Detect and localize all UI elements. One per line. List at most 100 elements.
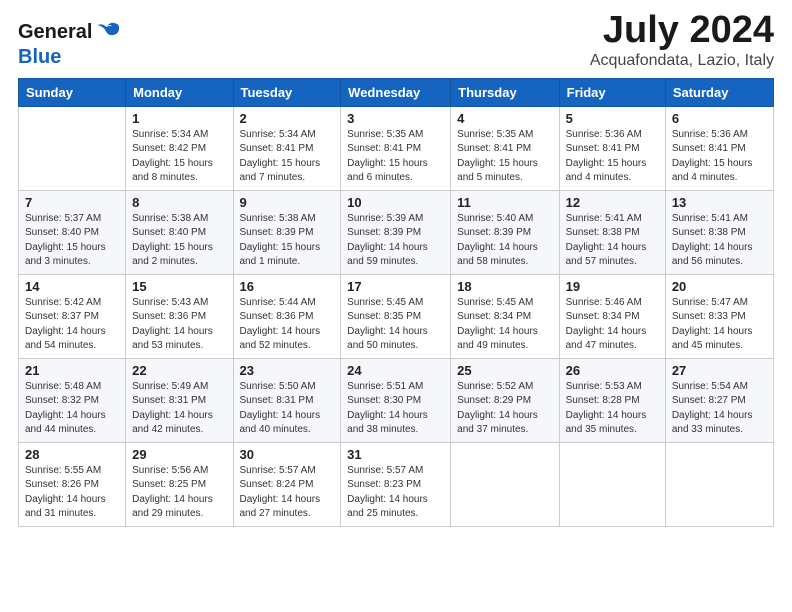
month-title: July 2024 xyxy=(590,10,774,52)
calendar-cell: 7 Sunrise: 5:37 AMSunset: 8:40 PMDaylight… xyxy=(19,190,126,274)
day-number: 4 xyxy=(457,111,552,126)
day-info: Sunrise: 5:41 AMSunset: 8:38 PMDaylight:… xyxy=(672,212,767,270)
col-thursday: Thursday xyxy=(451,78,559,106)
col-monday: Monday xyxy=(126,78,233,106)
day-number: 2 xyxy=(240,111,335,126)
day-info: Sunrise: 5:37 AMSunset: 8:40 PMDaylight:… xyxy=(25,212,119,270)
col-saturday: Saturday xyxy=(665,78,773,106)
calendar-cell: 10 Sunrise: 5:39 AMSunset: 8:39 PMDayligh… xyxy=(341,190,451,274)
col-tuesday: Tuesday xyxy=(233,78,341,106)
day-number: 5 xyxy=(566,111,659,126)
calendar-cell: 15 Sunrise: 5:43 AMSunset: 8:36 PMDayligh… xyxy=(126,274,233,358)
day-info: Sunrise: 5:39 AMSunset: 8:39 PMDaylight:… xyxy=(347,212,444,270)
day-number: 19 xyxy=(566,279,659,294)
calendar-cell: 20Sunrise: 5:47 AMSunset: 8:33 PMDayligh… xyxy=(665,274,773,358)
calendar-cell: 17 Sunrise: 5:45 AMSunset: 8:35 PMDayligh… xyxy=(341,274,451,358)
day-number: 21 xyxy=(25,363,119,378)
calendar-cell: 4 Sunrise: 5:35 AMSunset: 8:41 PMDaylight… xyxy=(451,106,559,190)
day-info: Sunrise: 5:55 AMSunset: 8:26 PMDaylight:… xyxy=(25,464,119,522)
day-info: Sunrise: 5:44 AMSunset: 8:36 PMDaylight:… xyxy=(240,296,335,354)
day-info: Sunrise: 5:48 AMSunset: 8:32 PMDaylight:… xyxy=(25,380,119,438)
day-number: 15 xyxy=(132,279,226,294)
day-info: Sunrise: 5:51 AMSunset: 8:30 PMDaylight:… xyxy=(347,380,444,438)
day-info: Sunrise: 5:46 AMSunset: 8:34 PMDaylight:… xyxy=(566,296,659,354)
day-number: 7 xyxy=(25,195,119,210)
calendar-cell: 16 Sunrise: 5:44 AMSunset: 8:36 PMDayligh… xyxy=(233,274,341,358)
day-info: Sunrise: 5:56 AMSunset: 8:25 PMDaylight:… xyxy=(132,464,226,522)
day-number: 11 xyxy=(457,195,552,210)
day-number: 31 xyxy=(347,447,444,462)
calendar-cell: 29 Sunrise: 5:56 AMSunset: 8:25 PMDayligh… xyxy=(126,442,233,526)
calendar-cell xyxy=(559,442,665,526)
calendar-cell: 27 Sunrise: 5:54 AMSunset: 8:27 PMDayligh… xyxy=(665,358,773,442)
calendar-cell: 21 Sunrise: 5:48 AMSunset: 8:32 PMDayligh… xyxy=(19,358,126,442)
day-info: Sunrise: 5:45 AMSunset: 8:35 PMDaylight:… xyxy=(347,296,444,354)
day-info: Sunrise: 5:54 AMSunset: 8:27 PMDaylight:… xyxy=(672,380,767,438)
calendar-cell: 14 Sunrise: 5:42 AMSunset: 8:37 PMDayligh… xyxy=(19,274,126,358)
calendar-week-row-4: 21 Sunrise: 5:48 AMSunset: 8:32 PMDayligh… xyxy=(19,358,774,442)
day-info: Sunrise: 5:42 AMSunset: 8:37 PMDaylight:… xyxy=(25,296,119,354)
location: Acquafondata, Lazio, Italy xyxy=(590,52,774,70)
calendar-cell: 18Sunrise: 5:45 AMSunset: 8:34 PMDayligh… xyxy=(451,274,559,358)
day-number: 8 xyxy=(132,195,226,210)
day-number: 24 xyxy=(347,363,444,378)
calendar-week-row-3: 14 Sunrise: 5:42 AMSunset: 8:37 PMDayligh… xyxy=(19,274,774,358)
page: General Blue July 2024 Acquafondata, Laz… xyxy=(0,0,792,612)
calendar-cell: 25 Sunrise: 5:52 AMSunset: 8:29 PMDayligh… xyxy=(451,358,559,442)
day-info: Sunrise: 5:57 AMSunset: 8:23 PMDaylight:… xyxy=(347,464,444,522)
calendar-cell: 1 Sunrise: 5:34 AMSunset: 8:42 PMDaylight… xyxy=(126,106,233,190)
col-wednesday: Wednesday xyxy=(341,78,451,106)
calendar-cell: 8 Sunrise: 5:38 AMSunset: 8:40 PMDaylight… xyxy=(126,190,233,274)
day-number: 27 xyxy=(672,363,767,378)
logo-general-text: General xyxy=(18,21,92,43)
day-number: 26 xyxy=(566,363,659,378)
logo-bird-icon xyxy=(94,18,122,46)
day-info: Sunrise: 5:34 AMSunset: 8:42 PMDaylight:… xyxy=(132,128,226,186)
title-block: July 2024 Acquafondata, Lazio, Italy xyxy=(590,10,774,70)
calendar-cell xyxy=(19,106,126,190)
calendar-cell: 31 Sunrise: 5:57 AMSunset: 8:23 PMDayligh… xyxy=(341,442,451,526)
calendar-cell xyxy=(451,442,559,526)
calendar-header-row: Sunday Monday Tuesday Wednesday Thursday… xyxy=(19,78,774,106)
day-number: 9 xyxy=(240,195,335,210)
calendar-cell: 5 Sunrise: 5:36 AMSunset: 8:41 PMDaylight… xyxy=(559,106,665,190)
day-number: 14 xyxy=(25,279,119,294)
calendar-cell: 6Sunrise: 5:36 AMSunset: 8:41 PMDaylight… xyxy=(665,106,773,190)
calendar-cell: 3Sunrise: 5:35 AMSunset: 8:41 PMDaylight… xyxy=(341,106,451,190)
day-number: 30 xyxy=(240,447,335,462)
day-number: 20 xyxy=(672,279,767,294)
day-number: 25 xyxy=(457,363,552,378)
day-number: 1 xyxy=(132,111,226,126)
header: General Blue July 2024 Acquafondata, Laz… xyxy=(18,10,774,70)
day-info: Sunrise: 5:43 AMSunset: 8:36 PMDaylight:… xyxy=(132,296,226,354)
day-number: 17 xyxy=(347,279,444,294)
day-number: 13 xyxy=(672,195,767,210)
day-info: Sunrise: 5:57 AMSunset: 8:24 PMDaylight:… xyxy=(240,464,335,522)
day-number: 18 xyxy=(457,279,552,294)
day-number: 28 xyxy=(25,447,119,462)
day-info: Sunrise: 5:53 AMSunset: 8:28 PMDaylight:… xyxy=(566,380,659,438)
calendar-cell: 11Sunrise: 5:40 AMSunset: 8:39 PMDayligh… xyxy=(451,190,559,274)
calendar-cell: 30 Sunrise: 5:57 AMSunset: 8:24 PMDayligh… xyxy=(233,442,341,526)
day-info: Sunrise: 5:36 AMSunset: 8:41 PMDaylight:… xyxy=(672,128,767,186)
calendar-week-row-1: 1 Sunrise: 5:34 AMSunset: 8:42 PMDaylight… xyxy=(19,106,774,190)
day-number: 10 xyxy=(347,195,444,210)
calendar-cell: 19 Sunrise: 5:46 AMSunset: 8:34 PMDayligh… xyxy=(559,274,665,358)
day-number: 23 xyxy=(240,363,335,378)
day-info: Sunrise: 5:41 AMSunset: 8:38 PMDaylight:… xyxy=(566,212,659,270)
calendar-cell: 24 Sunrise: 5:51 AMSunset: 8:30 PMDayligh… xyxy=(341,358,451,442)
col-friday: Friday xyxy=(559,78,665,106)
day-info: Sunrise: 5:35 AMSunset: 8:41 PMDaylight:… xyxy=(457,128,552,186)
day-info: Sunrise: 5:52 AMSunset: 8:29 PMDaylight:… xyxy=(457,380,552,438)
day-number: 3 xyxy=(347,111,444,126)
calendar-cell: 26 Sunrise: 5:53 AMSunset: 8:28 PMDayligh… xyxy=(559,358,665,442)
calendar-cell: 28 Sunrise: 5:55 AMSunset: 8:26 PMDayligh… xyxy=(19,442,126,526)
calendar-week-row-5: 28 Sunrise: 5:55 AMSunset: 8:26 PMDayligh… xyxy=(19,442,774,526)
day-number: 29 xyxy=(132,447,226,462)
day-info: Sunrise: 5:49 AMSunset: 8:31 PMDaylight:… xyxy=(132,380,226,438)
day-number: 16 xyxy=(240,279,335,294)
day-info: Sunrise: 5:34 AMSunset: 8:41 PMDaylight:… xyxy=(240,128,335,186)
day-info: Sunrise: 5:36 AMSunset: 8:41 PMDaylight:… xyxy=(566,128,659,186)
day-info: Sunrise: 5:38 AMSunset: 8:39 PMDaylight:… xyxy=(240,212,335,270)
day-info: Sunrise: 5:38 AMSunset: 8:40 PMDaylight:… xyxy=(132,212,226,270)
